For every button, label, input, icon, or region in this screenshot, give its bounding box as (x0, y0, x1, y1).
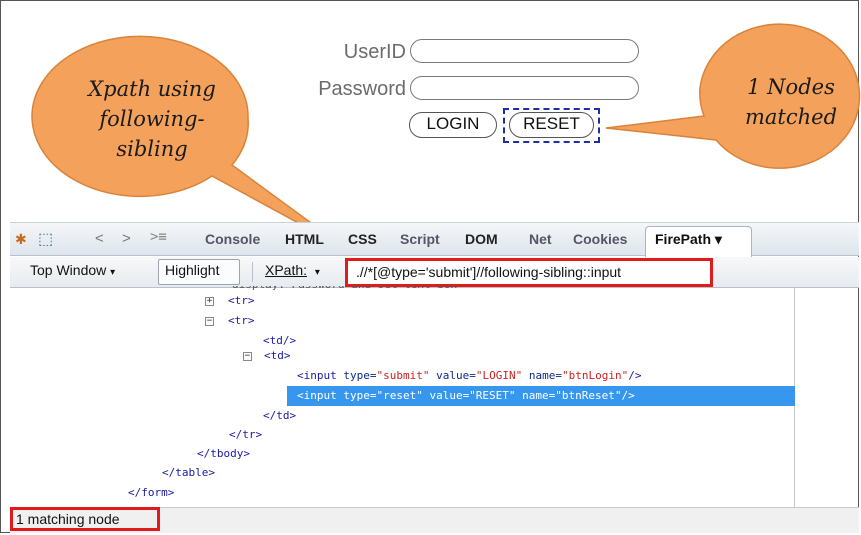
collapse-minus-icon[interactable]: − (205, 317, 214, 326)
left-callout-line-3: sibling (116, 137, 188, 161)
tab-dom[interactable]: DOM (465, 231, 498, 247)
toolbar-separator (252, 262, 253, 282)
back-arrow-icon[interactable]: < (95, 230, 104, 247)
command-line-icon[interactable]: >≡ (150, 229, 167, 245)
left-callout-line-2: following- (99, 107, 205, 131)
tab-html[interactable]: HTML (285, 231, 324, 247)
tab-console[interactable]: Console (205, 231, 260, 247)
tree-line-td[interactable]: <td> (264, 349, 291, 363)
highlight-button[interactable]: Highlight (165, 262, 219, 278)
tree-line-input-login[interactable]: <input type="submit" value="LOGIN" name=… (297, 369, 641, 383)
tree-line-tr-1[interactable]: <tr> (228, 294, 255, 308)
top-window-label: Top Window (30, 262, 107, 278)
tab-cookies[interactable]: Cookies (573, 231, 627, 247)
left-callout-text: Xpath using following- sibling (62, 74, 242, 164)
xpath-label: XPath: (265, 262, 308, 278)
collapse-minus-icon[interactable]: − (243, 352, 252, 361)
tab-net[interactable]: Net (529, 231, 552, 247)
tree-line-input-reset[interactable]: <input type="reset" value="RESET" name="… (297, 389, 635, 403)
chevron-down-icon: ▾ (110, 267, 116, 278)
top-window-dropdown[interactable]: Top Window ▾ (30, 262, 115, 278)
right-callout-line-2: matched (744, 105, 838, 129)
tree-line-table-close[interactable]: </table> (162, 466, 215, 480)
attr-type: type= (343, 369, 377, 382)
tab-css[interactable]: CSS (348, 231, 377, 247)
tab-script[interactable]: Script (400, 231, 440, 247)
input-tag: <input (297, 369, 337, 382)
val-type: "submit" (376, 369, 430, 382)
tab-firepath[interactable]: FirePath ▾ (655, 231, 722, 248)
inspect-icon[interactable]: ⬚ (38, 229, 53, 249)
forward-arrow-icon[interactable]: > (122, 230, 131, 247)
right-callout-line-1: 1 Nodes (747, 75, 835, 99)
matching-node-status: 1 matching node (10, 507, 160, 531)
val-name: "btnLogin" (561, 369, 629, 382)
tree-line-tr-2[interactable]: <tr> (228, 314, 255, 328)
tree-line-form-close[interactable]: </form> (128, 486, 174, 500)
right-callout-text: 1 Nodes matched (716, 72, 861, 132)
tree-line-tr-close[interactable]: </tr> (229, 428, 262, 442)
attr-value: value= (436, 369, 476, 382)
tree-line-td-empty[interactable]: <td/> (263, 334, 296, 348)
tree-line-tbody-close[interactable]: </tbody> (197, 447, 250, 461)
val-value: "LOGIN" (475, 369, 523, 382)
expand-plus-icon[interactable]: + (205, 297, 214, 306)
xpath-input[interactable]: .//*[@type='submit']//following-sibling:… (345, 258, 713, 287)
attr-name: name= (528, 369, 562, 382)
tree-line-td-close[interactable]: </td> (263, 409, 296, 423)
input-close: /> (628, 369, 642, 382)
xpath-dropdown[interactable]: XPath: ▾ (265, 262, 320, 278)
firebug-bug-icon[interactable]: ✱ (15, 231, 27, 248)
left-callout-line-1: Xpath using (88, 77, 216, 101)
chevron-down-icon: ▾ (314, 267, 320, 278)
